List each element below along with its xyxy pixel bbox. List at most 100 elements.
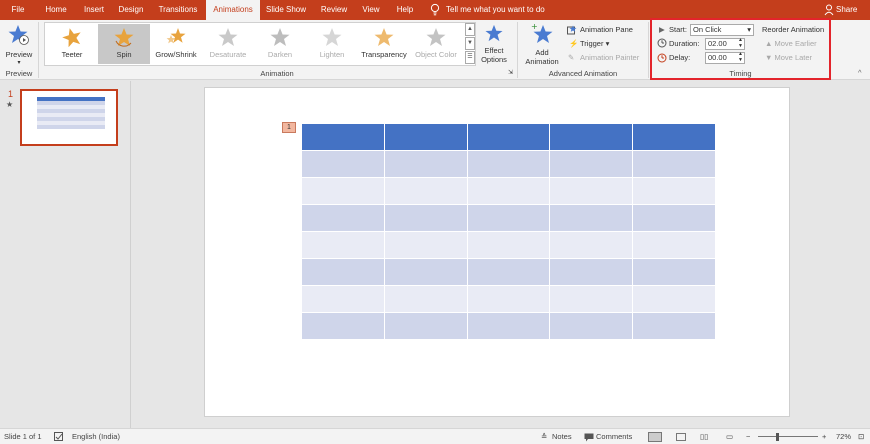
- preview-button[interactable]: Preview ▾: [3, 24, 35, 68]
- animation-lighten[interactable]: Lighten: [306, 24, 358, 64]
- table-cell[interactable]: [632, 231, 716, 259]
- animation-spin[interactable]: Spin: [98, 24, 150, 64]
- animation-grow-shrink[interactable]: Grow/Shrink: [150, 24, 202, 64]
- slide-canvas[interactable]: 1: [204, 87, 790, 417]
- table-row: [301, 312, 716, 340]
- table-cell[interactable]: [383, 123, 468, 151]
- notes-button[interactable]: Notes: [552, 429, 572, 444]
- table-cell[interactable]: [632, 204, 716, 232]
- person-icon: [824, 4, 834, 18]
- table-cell[interactable]: [383, 204, 468, 232]
- table-cell[interactable]: [301, 150, 385, 178]
- fit-to-window-icon[interactable]: ⊡: [858, 429, 864, 444]
- effect-options-button[interactable]: Effect Options: [478, 24, 510, 64]
- trigger-button[interactable]: Trigger ▾: [580, 39, 609, 48]
- table-cell[interactable]: [632, 150, 716, 178]
- tab-slide-show[interactable]: Slide Show: [264, 0, 308, 20]
- share-button[interactable]: Share: [836, 0, 857, 20]
- zoom-in-icon[interactable]: +: [822, 429, 826, 444]
- effect-options-star-icon: [485, 24, 503, 42]
- animation-object-color[interactable]: Object Color: [410, 24, 462, 64]
- tab-animations[interactable]: Animations: [206, 0, 260, 20]
- table-cell[interactable]: [632, 312, 716, 340]
- animation-painter-button[interactable]: Animation Painter: [580, 53, 639, 62]
- comments-button[interactable]: Comments: [596, 429, 632, 444]
- table-cell[interactable]: [632, 285, 716, 313]
- table-cell[interactable]: [549, 123, 634, 151]
- slide-editing-area: 1: [132, 81, 870, 428]
- table-cell[interactable]: [466, 312, 551, 340]
- animation-transparency[interactable]: Transparency: [358, 24, 410, 64]
- lightbulb-icon: [430, 3, 440, 18]
- table-cell[interactable]: [466, 123, 551, 151]
- reading-view-icon[interactable]: ▯▯: [700, 429, 708, 444]
- table-cell[interactable]: [466, 231, 551, 259]
- tab-help[interactable]: Help: [392, 0, 418, 20]
- zoom-slider-thumb[interactable]: [776, 433, 779, 441]
- slide-show-icon[interactable]: ▭: [726, 429, 733, 444]
- gallery-scroll-down-button[interactable]: ▼: [465, 37, 475, 50]
- status-bar: Slide 1 of 1 English (India) ≙ Notes Com…: [0, 428, 870, 444]
- notes-icon: ≙: [541, 432, 548, 441]
- table-cell[interactable]: [549, 177, 634, 205]
- table-cell[interactable]: [383, 231, 468, 259]
- table-cell[interactable]: [549, 231, 634, 259]
- language-indicator[interactable]: English (India): [72, 429, 120, 444]
- table-cell[interactable]: [466, 285, 551, 313]
- zoom-slider-track[interactable]: [758, 436, 818, 437]
- table-cell[interactable]: [549, 285, 634, 313]
- table-cell[interactable]: [632, 123, 716, 151]
- table-cell[interactable]: [301, 285, 385, 313]
- table-row: [301, 231, 716, 259]
- table-cell[interactable]: [301, 258, 385, 286]
- table-cell[interactable]: [549, 258, 634, 286]
- animation-pane-button[interactable]: Animation Pane: [580, 25, 633, 34]
- table-cell[interactable]: [383, 258, 468, 286]
- table-cell[interactable]: [466, 150, 551, 178]
- animation-teeter[interactable]: Teeter: [46, 24, 98, 64]
- table-cell[interactable]: [383, 177, 468, 205]
- table-cell[interactable]: [466, 258, 551, 286]
- collapse-ribbon-icon[interactable]: ^: [858, 68, 862, 77]
- slide-thumbnail[interactable]: [20, 89, 118, 146]
- animation-order-tag[interactable]: 1: [282, 122, 296, 133]
- zoom-level[interactable]: 72%: [836, 429, 851, 444]
- table-cell[interactable]: [549, 312, 634, 340]
- tab-design[interactable]: Design: [116, 0, 146, 20]
- tab-home[interactable]: Home: [42, 0, 70, 20]
- table-cell[interactable]: [383, 150, 468, 178]
- tab-file[interactable]: File: [6, 0, 30, 20]
- tab-view[interactable]: View: [358, 0, 384, 20]
- gallery-scroll-up-button[interactable]: ▲: [465, 23, 475, 36]
- tell-me-search[interactable]: Tell me what you want to do: [446, 0, 545, 20]
- table-cell[interactable]: [301, 123, 385, 151]
- table-cell[interactable]: [466, 204, 551, 232]
- slide-table[interactable]: [301, 123, 716, 340]
- table-cell[interactable]: [301, 231, 385, 259]
- table-cell[interactable]: [632, 177, 716, 205]
- table-cell[interactable]: [301, 204, 385, 232]
- gallery-more-button[interactable]: ☰: [465, 51, 475, 64]
- animation-desaturate[interactable]: Desaturate: [202, 24, 254, 64]
- spellcheck-icon[interactable]: [54, 429, 64, 444]
- group-label-animation: Animation: [260, 69, 294, 78]
- table-cell[interactable]: [383, 285, 468, 313]
- slide-sorter-icon[interactable]: [676, 433, 686, 441]
- table-cell[interactable]: [383, 312, 468, 340]
- zoom-out-icon[interactable]: −: [746, 429, 750, 444]
- tab-transitions[interactable]: Transitions: [156, 0, 200, 20]
- animation-darken[interactable]: Darken: [254, 24, 306, 64]
- table-cell[interactable]: [549, 150, 634, 178]
- add-animation-button[interactable]: + Add Animation: [520, 22, 564, 66]
- table-cell[interactable]: [301, 177, 385, 205]
- dialog-launcher-icon[interactable]: ⇲: [508, 69, 513, 76]
- darken-star-icon: [270, 28, 290, 46]
- table-cell[interactable]: [301, 312, 385, 340]
- tab-insert[interactable]: Insert: [80, 0, 108, 20]
- normal-view-icon[interactable]: [648, 432, 662, 442]
- tab-review[interactable]: Review: [318, 0, 350, 20]
- table-cell[interactable]: [549, 204, 634, 232]
- table-cell[interactable]: [466, 177, 551, 205]
- table-cell[interactable]: [632, 258, 716, 286]
- chevron-down-icon: ▾: [17, 60, 21, 66]
